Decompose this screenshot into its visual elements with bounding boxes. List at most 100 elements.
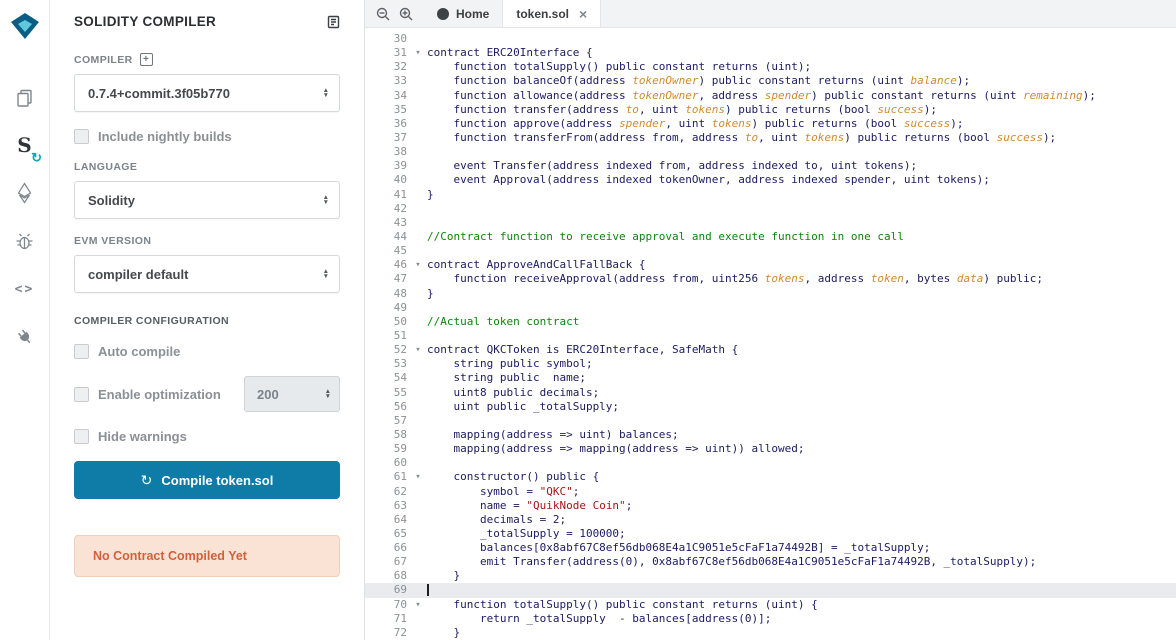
editor-tab-bar: Home token.sol × <box>365 0 1176 28</box>
language-select[interactable]: Solidity ▲ ▼ <box>74 181 340 219</box>
code-line-66[interactable]: 66 balances[0x8abf67C8ef56db068E4a1C9051… <box>365 541 1176 555</box>
code-line-48[interactable]: 48} <box>365 287 1176 301</box>
code-line-52[interactable]: 52 ▾ contract QKCToken is ERC20Interface, … <box>365 343 1176 357</box>
code-line-31[interactable]: 31 ▾ contract ERC20Interface { <box>365 46 1176 60</box>
code-line-63[interactable]: 63 name = "QuikNode Coin"; <box>365 499 1176 513</box>
code-line-46[interactable]: 46 ▾ contract ApproveAndCallFallBack { <box>365 258 1176 272</box>
code-line-47[interactable]: 47 function receiveApproval(address from… <box>365 272 1176 286</box>
code-text: symbol = "QKC"; <box>427 484 580 498</box>
code-text: } <box>427 286 434 300</box>
auto-compile-checkbox[interactable] <box>74 344 89 359</box>
chevron-updown-icon: ▲ ▼ <box>323 194 329 206</box>
code-line-68[interactable]: 68 } <box>365 569 1176 583</box>
solidity-compiler-icon[interactable]: S ↻ <box>0 121 49 169</box>
line-number: 67 <box>393 555 407 569</box>
code-line-32[interactable]: 32 function totalSupply() public constan… <box>365 60 1176 74</box>
code-line-70[interactable]: 70 ▾ function totalSupply() public consta… <box>365 598 1176 612</box>
deploy-and-run-icon[interactable] <box>0 169 49 217</box>
code-line-35[interactable]: 35 function transfer(address to, uint to… <box>365 103 1176 117</box>
fold-gutter <box>409 612 427 626</box>
fold-arrow-icon[interactable]: ▾ <box>409 258 427 272</box>
code-line-34[interactable]: 34 function allowance(address tokenOwner… <box>365 89 1176 103</box>
compile-button[interactable]: ↻ Compile token.sol <box>74 461 340 499</box>
code-line-62[interactable]: 62 symbol = "QKC"; <box>365 485 1176 499</box>
code-line-41[interactable]: 41} <box>365 188 1176 202</box>
code-line-59[interactable]: 59 mapping(address => mapping(address =>… <box>365 442 1176 456</box>
remix-logo[interactable] <box>10 12 40 45</box>
code-line-50[interactable]: 50 //Actual token contract <box>365 315 1176 329</box>
code-line-57[interactable]: 57 <box>365 414 1176 428</box>
evm-version-select[interactable]: compiler default ▲ ▼ <box>74 255 340 293</box>
code-line-54[interactable]: 54 string public name; <box>365 371 1176 385</box>
code-text: contract ERC20Interface { <box>427 46 593 60</box>
code-line-72[interactable]: 72 } <box>365 626 1176 640</box>
documentation-icon[interactable] <box>327 15 340 29</box>
stepper-down-icon[interactable]: ▼ <box>325 394 331 400</box>
code-line-58[interactable]: 58 mapping(address => uint) balances; <box>365 428 1176 442</box>
tab-token-sol[interactable]: token.sol × <box>502 0 602 27</box>
file-explorer-icon[interactable] <box>0 73 49 121</box>
compile-status-box: No Contract Compiled Yet <box>74 535 340 577</box>
code-line-37[interactable]: 37 function transferFrom(address from, a… <box>365 131 1176 145</box>
code-line-33[interactable]: 33 function balanceOf(address tokenOwner… <box>365 74 1176 88</box>
code-line-39[interactable]: 39 event Transfer(address indexed from, … <box>365 159 1176 173</box>
line-number: 48 <box>393 286 407 300</box>
nightly-builds-checkbox[interactable] <box>74 129 89 144</box>
code-line-49[interactable]: 49 <box>365 301 1176 315</box>
fold-gutter <box>409 428 427 442</box>
nightly-builds-label: Include nightly builds <box>98 129 232 144</box>
enable-optimization-checkbox[interactable] <box>74 386 89 402</box>
line-number: 46 <box>393 258 407 272</box>
code-line-53[interactable]: 53 string public symbol; <box>365 357 1176 371</box>
code-line-60[interactable]: 60 <box>365 456 1176 470</box>
plugin-manager-icon[interactable] <box>0 313 49 361</box>
source-verifier-icon[interactable]: <> <box>0 265 49 313</box>
fold-arrow-icon[interactable]: ▾ <box>409 470 427 484</box>
code-line-64[interactable]: 64 decimals = 2; <box>365 513 1176 527</box>
activity-bar: S ↻ <> <box>0 0 50 640</box>
fold-gutter <box>409 216 427 230</box>
fold-gutter <box>409 371 427 385</box>
code-line-44[interactable]: 44 //Contract function to receive approva… <box>365 230 1176 244</box>
code-text: function totalSupply() public constant r… <box>427 597 818 611</box>
code-line-51[interactable]: 51 <box>365 329 1176 343</box>
code-line-38[interactable]: 38 <box>365 145 1176 159</box>
line-number: 30 <box>393 32 407 45</box>
code-line-43[interactable]: 43 <box>365 216 1176 230</box>
fold-arrow-icon[interactable]: ▾ <box>409 343 427 357</box>
number-stepper-icon[interactable]: ▲ ▼ <box>325 388 331 400</box>
bug-icon <box>16 233 33 249</box>
zoom-in-button[interactable] <box>399 7 413 21</box>
close-icon[interactable]: × <box>579 6 587 22</box>
fold-arrow-icon[interactable]: ▾ <box>409 46 427 60</box>
code-line-40[interactable]: 40 event Approval(address indexed tokenO… <box>365 173 1176 187</box>
refresh-icon: ↻ <box>140 471 153 488</box>
code-line-36[interactable]: 36 function approve(address spender, uin… <box>365 117 1176 131</box>
code-line-42[interactable]: 42 <box>365 202 1176 216</box>
zoom-out-button[interactable] <box>376 7 390 21</box>
language-label: LANGUAGE <box>74 161 138 173</box>
line-number: 39 <box>393 159 407 173</box>
code-line-30[interactable]: 30 <box>365 32 1176 46</box>
auto-compile-row: Auto compile <box>74 344 340 359</box>
fold-gutter <box>409 131 427 145</box>
tab-home[interactable]: Home <box>424 0 502 27</box>
code-editor[interactable]: 30 31 ▾ contract ERC20Interface {32 functio… <box>365 28 1176 640</box>
token-sol-tab-label: token.sol <box>516 6 570 21</box>
code-line-67[interactable]: 67 emit Transfer(address(0), 0x8abf67C8e… <box>365 555 1176 569</box>
code-line-71[interactable]: 71 return _totalSupply - balances[addres… <box>365 612 1176 626</box>
fold-arrow-icon[interactable]: ▾ <box>409 598 427 612</box>
code-line-65[interactable]: 65 _totalSupply = 100000; <box>365 527 1176 541</box>
code-line-55[interactable]: 55 uint8 public decimals; <box>365 386 1176 400</box>
optimization-runs-input[interactable]: 200 ▲ ▼ <box>244 376 340 412</box>
debugger-icon[interactable] <box>0 217 49 265</box>
fold-gutter <box>409 485 427 499</box>
add-compiler-icon[interactable]: + <box>139 53 153 66</box>
hide-warnings-checkbox[interactable] <box>74 429 89 444</box>
code-line-69[interactable]: 69 <box>365 583 1176 598</box>
code-line-61[interactable]: 61 ▾ constructor() public { <box>365 470 1176 484</box>
code-line-56[interactable]: 56 uint public _totalSupply; <box>365 400 1176 414</box>
compiler-version-select[interactable]: 0.7.4+commit.3f05b770 ▲ ▼ <box>74 74 340 112</box>
code-line-45[interactable]: 45 <box>365 244 1176 258</box>
